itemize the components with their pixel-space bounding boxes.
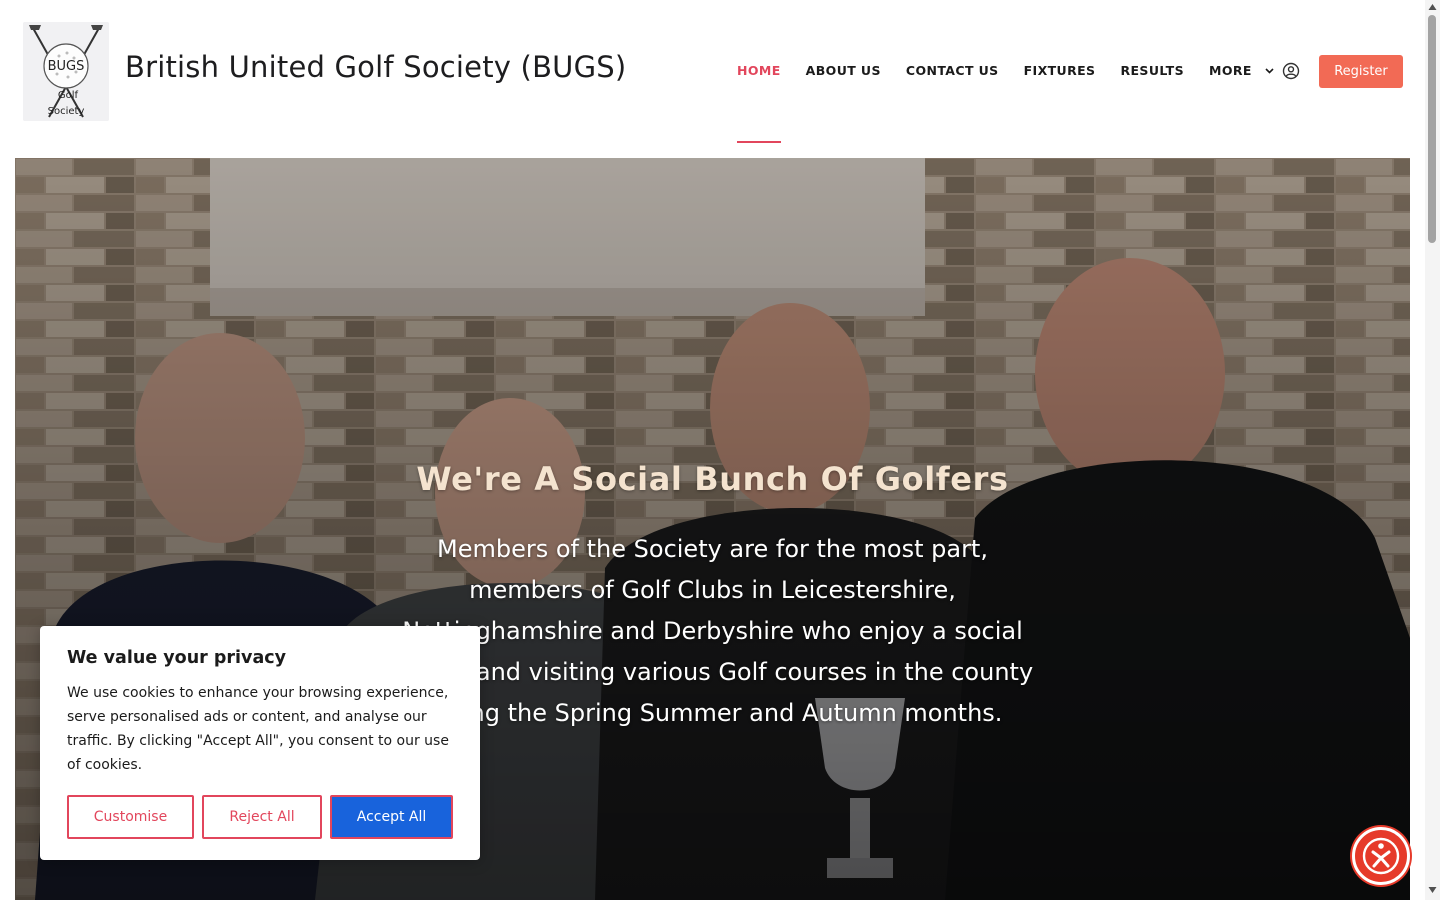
site-title[interactable]: British United Golf Society (BUGS) xyxy=(125,50,626,84)
nav-item-label: MORE xyxy=(1209,63,1252,78)
scroll-up-arrow-icon[interactable] xyxy=(1428,3,1437,11)
cookie-consent-banner: We value your privacy We use cookies to … xyxy=(40,626,480,860)
nav-item-contact-us[interactable]: CONTACT US xyxy=(906,0,999,143)
site-logo[interactable]: BUGS Golf Society xyxy=(23,22,109,121)
accessibility-button[interactable] xyxy=(1352,827,1410,885)
page-scrollbar[interactable] xyxy=(1425,0,1440,900)
nav-item-label: RESULTS xyxy=(1120,63,1185,78)
nav-item-label: FIXTURES xyxy=(1023,63,1096,78)
cookie-title: We value your privacy xyxy=(67,648,287,668)
site-header: BUGS Golf Society British United Golf So… xyxy=(0,0,1425,158)
nav-item-label: ABOUT US xyxy=(805,63,881,78)
main-nav: HOME ABOUT US CONTACT US FIXTURES RESULT… xyxy=(737,0,1274,143)
reject-all-button[interactable]: Reject All xyxy=(202,795,322,839)
logo-text-golf: Golf xyxy=(58,90,79,101)
chevron-down-icon xyxy=(1265,68,1274,74)
user-circle-icon[interactable] xyxy=(1282,62,1300,80)
hero-title: We're A Social Bunch Of Golfers xyxy=(416,460,1009,498)
cookie-text: We use cookies to enhance your browsing … xyxy=(67,685,449,773)
golf-logo-icon: BUGS Golf Society xyxy=(23,22,109,121)
customise-button[interactable]: Customise xyxy=(67,795,194,839)
cookie-buttons: Customise Reject All Accept All xyxy=(67,795,453,839)
nav-item-results[interactable]: RESULTS xyxy=(1120,0,1184,143)
nav-item-about-us[interactable]: ABOUT US xyxy=(806,0,881,143)
scroll-thumb[interactable] xyxy=(1428,15,1436,243)
nav-item-home[interactable]: HOME xyxy=(737,0,781,143)
logo-text-society: Society xyxy=(48,106,85,117)
logo-text-bugs: BUGS xyxy=(48,59,85,74)
accessibility-icon xyxy=(1362,837,1400,875)
scroll-down-arrow-icon[interactable] xyxy=(1428,886,1437,894)
accept-all-button[interactable]: Accept All xyxy=(330,795,453,839)
register-button[interactable]: Register xyxy=(1319,55,1403,88)
nav-item-label: HOME xyxy=(737,63,781,78)
nav-item-more[interactable]: MORE xyxy=(1209,0,1274,143)
nav-item-fixtures[interactable]: FIXTURES xyxy=(1024,0,1096,143)
nav-item-label: CONTACT US xyxy=(905,63,999,78)
